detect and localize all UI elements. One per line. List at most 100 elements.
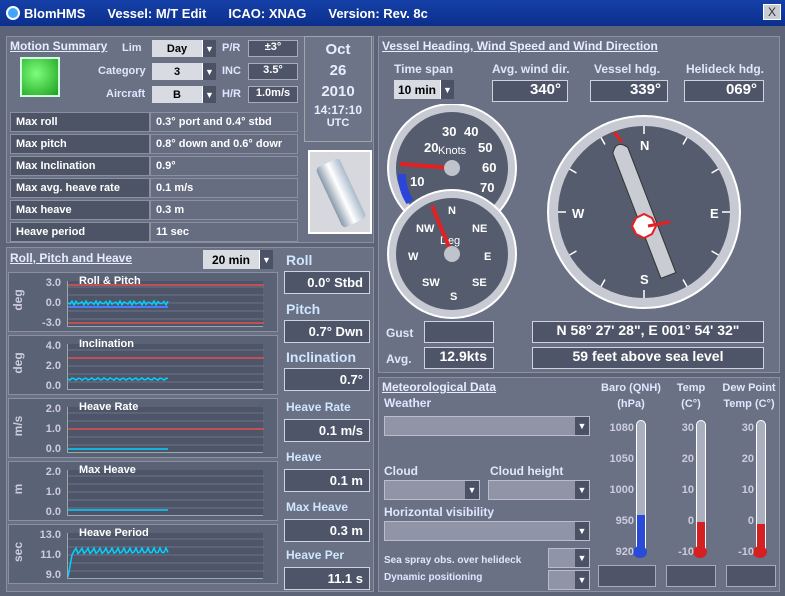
visibility-select[interactable]: ▼: [384, 521, 590, 541]
gauge-tick: 10: [681, 484, 694, 496]
motion-summary-title: Motion Summary: [10, 39, 108, 53]
compass-label: S: [640, 272, 649, 287]
chart-tick: -3.0: [42, 317, 61, 329]
dir-tick: SW: [422, 277, 440, 289]
gauge-tick: -10: [678, 546, 694, 558]
readout-value: 0.3 m: [284, 519, 370, 542]
helideck-hdg-value: 069°: [684, 80, 764, 102]
chart-tick: 1.0: [45, 423, 61, 435]
chevron-down-icon: ▼: [575, 481, 589, 499]
chart-plot: [67, 344, 264, 390]
readout-value: 0.7°: [284, 368, 370, 391]
readout-label: Heave: [286, 450, 322, 464]
chart-title: Inclination: [79, 338, 134, 350]
temp-unit: (C°): [681, 398, 701, 410]
inclination-series: [67, 376, 169, 382]
readout-label: Inclination: [286, 349, 356, 365]
gauge-bulb: [633, 546, 647, 558]
blomhms-window: BlomHMS Vessel: M/T Edit ICAO: XNAG Vers…: [0, 0, 785, 596]
gauge-tick: 30: [741, 422, 754, 434]
chart-tick: 0.0: [45, 380, 61, 392]
device-image: [308, 150, 372, 234]
chart-unit: m: [11, 483, 25, 495]
icao-code: ICAO: XNAG: [228, 5, 307, 21]
aircraft-label: Aircraft: [106, 88, 146, 100]
stat-value: 0.1 m/s: [150, 178, 298, 198]
cloud-height-label: Cloud height: [490, 464, 564, 478]
readout-label: Roll: [286, 252, 313, 268]
dp-select[interactable]: ▼: [548, 570, 590, 590]
aircraft-value: B: [173, 88, 181, 101]
compass-label: E: [710, 206, 719, 221]
chevron-down-icon: ▼: [575, 417, 589, 435]
readout-label: Pitch: [286, 301, 321, 317]
weather-select[interactable]: ▼: [384, 416, 590, 436]
rph-chart: deg 4.0 2.0 0.0 Inclination: [8, 335, 278, 395]
dir-tick: E: [484, 251, 491, 263]
pr-label: P/R: [222, 42, 241, 54]
chart-unit: m/s: [11, 415, 25, 437]
date-time: 14:17:10: [313, 103, 363, 117]
visibility-label: Horizontal visibility: [384, 505, 495, 519]
chart-title: Roll & Pitch: [79, 275, 141, 287]
gauge-tick: 920: [615, 546, 634, 558]
dir-tick: NW: [416, 223, 435, 235]
close-button[interactable]: X: [763, 4, 781, 20]
chart-tick: 1.0: [45, 486, 61, 498]
avg-label: Avg.: [386, 352, 412, 366]
chart-tick: 9.0: [45, 569, 61, 581]
category-value: 3: [173, 65, 181, 78]
dir-tick: N: [448, 205, 456, 217]
wind-span-select[interactable]: 10 min ▼: [394, 80, 454, 99]
wind-gauges: 102030 40506070KnotsNNEESESSWWNWDeg: [387, 104, 517, 319]
dew-unit: Temp (C°): [723, 398, 775, 410]
aircraft-select[interactable]: B ▼: [152, 86, 216, 103]
hr-value: 1.0m/s: [248, 86, 298, 103]
stat-label: Max avg. heave rate: [10, 178, 150, 198]
wind-span-value: 10 min: [397, 82, 436, 97]
readout-label: Heave Rate: [286, 400, 351, 414]
chart-tick: 13.0: [39, 529, 61, 541]
lim-select[interactable]: Day ▼: [152, 40, 216, 57]
stat-label: Max pitch: [10, 134, 150, 154]
chart-lines: [67, 538, 264, 578]
rph-chart: m/s 2.0 1.0 0.0 Heave Rate: [8, 398, 278, 458]
chevron-down-icon: ▼: [259, 250, 273, 269]
gauge-tick: 0: [747, 515, 754, 527]
chart-tick: 0.0: [45, 506, 61, 518]
temp-readout: [666, 565, 716, 587]
dp-label: Dynamic positioning: [384, 572, 483, 583]
gust-value: [424, 321, 494, 343]
chevron-down-icon: ▼: [202, 40, 216, 57]
cloud-select[interactable]: ▼: [384, 480, 480, 500]
rph-title: Roll, Pitch and Heave: [10, 251, 133, 265]
temp-label: Temp: [676, 382, 706, 394]
spray-select[interactable]: ▼: [548, 548, 590, 568]
speed-unit: Knots: [438, 145, 467, 157]
span-label: Time span: [394, 62, 454, 76]
speed-tick: 50: [478, 140, 492, 155]
chevron-down-icon: ▼: [440, 80, 454, 99]
chart-tick: 3.0: [45, 277, 61, 289]
dir-tick: W: [408, 251, 419, 263]
chart-plot: [67, 281, 264, 327]
baro-label: Baro (QNH): [601, 382, 661, 394]
lim-value: Day: [166, 42, 188, 55]
usb-device-icon: [315, 157, 367, 229]
readout-value: 0.0° Stbd: [284, 271, 370, 294]
category-select[interactable]: 3 ▼: [152, 63, 216, 80]
stat-label: Max heave: [10, 200, 150, 220]
dir-tick: S: [450, 291, 457, 303]
speed-tick: 60: [482, 160, 496, 175]
baro-unit: (hPa): [617, 398, 645, 410]
stat-label: Max roll: [10, 112, 150, 132]
speed-hub: [444, 160, 460, 176]
weather-label: Weather: [384, 396, 432, 410]
cloud-height-select[interactable]: ▼: [488, 480, 590, 500]
rph-span-select[interactable]: 20 min ▼: [203, 250, 273, 269]
title-bar: BlomHMS Vessel: M/T Edit ICAO: XNAG Vers…: [0, 0, 785, 26]
date-zone: UTC: [326, 117, 350, 129]
chevron-down-icon: ▼: [465, 481, 479, 499]
dew-label: Dew Point: [722, 382, 776, 394]
gauge-tick: 1050: [609, 453, 634, 465]
